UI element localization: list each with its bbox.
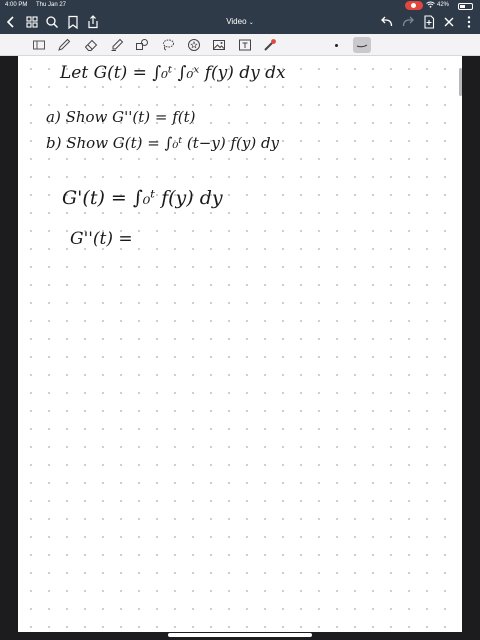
battery-icon [458,3,473,10]
screen-recording-indicator[interactable] [405,1,423,10]
image-icon[interactable] [211,37,227,53]
document-title-text: Video [226,17,247,26]
handwritten-ink: Let G(t) = ∫₀ᵗ ∫₀ˣ f(y) dy dx a) Show G'… [46,63,286,249]
highlighter-icon[interactable] [109,37,125,53]
text-box-icon[interactable] [237,37,253,53]
close-icon[interactable] [441,14,457,30]
status-date: Thu Jan 27 [36,2,67,8]
ink-line-3: b) Show G(t) = ∫₀ᵗ (t−y) f(y) dy [46,134,280,152]
ink-line-2: a) Show G''(t) = f(t) [46,108,196,126]
lasso-icon[interactable] [160,37,176,53]
shapes-icon[interactable] [134,37,150,53]
drawing-toolbar [0,34,480,56]
navigation-bar: Video ⌄ [0,12,480,34]
ink-line-4: G'(t) = ∫₀ᵗ f(y) dy [62,187,223,209]
vertical-scrollbar[interactable] [459,68,462,96]
record-dot-icon [411,3,416,8]
more-options-icon[interactable] [461,14,477,30]
wifi-icon [426,1,435,10]
add-page-icon[interactable] [421,14,437,30]
note-page[interactable]: Let G(t) = ∫₀ᵗ ∫₀ˣ f(y) dy dx a) Show G'… [18,56,462,632]
home-indicator[interactable] [168,633,312,637]
redo-icon[interactable] [400,14,416,30]
ink-line-1: Let G(t) = ∫₀ᵗ ∫₀ˣ f(y) dy dx [59,63,286,83]
document-canvas[interactable]: Let G(t) = ∫₀ᵗ ∫₀ˣ f(y) dy dx a) Show G'… [0,56,480,640]
pen-icon[interactable] [56,37,72,53]
eraser-icon[interactable] [83,37,99,53]
title-chevron-down-icon: ⌄ [248,20,254,26]
stroke-width-selected-button[interactable] [353,37,371,53]
status-bar: 4:00 PM Thu Jan 27 42% [0,0,480,12]
ink-line-5: G''(t) = [70,229,133,249]
star-icon[interactable] [186,37,202,53]
battery-percent: 42% [437,2,450,8]
sidebar-toggle-icon[interactable] [31,37,47,53]
status-time: 4:00 PM [5,2,28,8]
laser-pointer-icon[interactable] [262,37,278,53]
undo-icon[interactable] [379,14,395,30]
stroke-color-black-swatch[interactable] [335,44,338,47]
